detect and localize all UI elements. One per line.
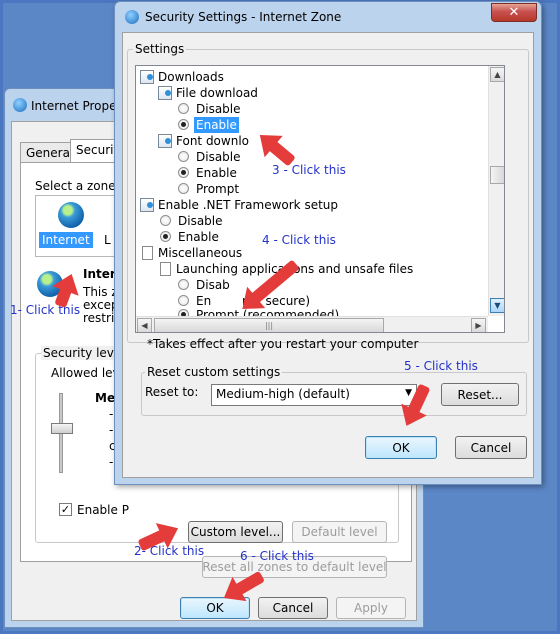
downloads-icon [140, 70, 154, 84]
launch-disable-radio[interactable] [178, 279, 189, 290]
restart-note: *Takes effect after you restart your com… [147, 337, 419, 351]
font-download-prompt-label[interactable]: Prompt [196, 181, 239, 197]
reset-settings-label: Reset custom settings [145, 365, 283, 379]
dotnet-disable-radio[interactable] [160, 215, 171, 226]
enable-protected-mode-checkbox[interactable]: ✓ [59, 503, 72, 516]
annotation-step-6: 6 - Click this [240, 549, 314, 563]
file-download-icon [158, 86, 172, 100]
launching-apps-icon [160, 262, 171, 276]
launch-disable-label[interactable]: Disab [196, 277, 230, 293]
dotnet-enable-radio[interactable] [160, 231, 171, 242]
security-level-name: Me [95, 391, 116, 405]
tree-dotnet-setup: Enable .NET Framework setup [158, 198, 339, 212]
annotation-step-3: 3 - Click this [272, 163, 346, 177]
tree-downloads: Downloads [158, 70, 224, 84]
apply-button[interactable]: Apply [336, 597, 406, 619]
reset-to-dropdown[interactable]: Medium-high (default) ▼ [211, 384, 417, 406]
level-bullet-2: - [109, 423, 114, 437]
scroll-up-icon[interactable]: ▲ [490, 67, 504, 82]
window-title: Security Settings - Internet Zone [145, 10, 342, 24]
internet-zone-globe-icon[interactable] [58, 202, 84, 228]
font-download-enable-radio[interactable] [178, 167, 189, 178]
dotnet-disable-label[interactable]: Disable [178, 213, 223, 229]
tree-font-download: Font downlo [176, 134, 249, 148]
zone-list: Internet L [35, 195, 115, 257]
tree-file-download: File download [176, 86, 258, 100]
settings-tree[interactable]: Downloads File download Disable Enable F… [135, 65, 505, 333]
horizontal-scrollbar[interactable]: ◀ ||| ▶ [136, 316, 488, 332]
window-client-area: Settings Downloads File download Disable… [122, 32, 534, 478]
scroll-left-icon[interactable]: ◀ [137, 318, 152, 332]
internet-options-icon [13, 98, 27, 112]
scroll-right-icon[interactable]: ▶ [471, 318, 486, 332]
annotation-step-4: 4 - Click this [262, 233, 336, 247]
close-icon: ✕ [508, 5, 520, 20]
dotnet-setup-icon [140, 198, 154, 212]
close-button[interactable]: ✕ [491, 3, 537, 22]
launch-enable-radio[interactable] [178, 295, 189, 306]
scrollbar-thumb[interactable] [490, 166, 504, 184]
level-bullet-4: - [109, 455, 114, 469]
internet-zone-label[interactable]: Internet [39, 232, 93, 248]
font-download-disable-label[interactable]: Disable [196, 149, 241, 165]
file-download-disable-label[interactable]: Disable [196, 101, 241, 117]
dotnet-enable-label[interactable]: Enable [178, 229, 219, 245]
security-settings-cancel-button[interactable]: Cancel [455, 436, 527, 459]
custom-level-button[interactable]: Custom level... [188, 521, 283, 543]
annotation-step-5: 5 - Click this [404, 359, 478, 373]
security-settings-icon [125, 10, 139, 24]
font-download-enable-label[interactable]: Enable [196, 165, 237, 181]
horizontal-scrollbar-thumb[interactable]: ||| [154, 318, 384, 332]
level-bullet-1: - [109, 407, 114, 421]
tree-miscellaneous: Miscellaneous [158, 246, 243, 260]
settings-group-label: Settings [133, 42, 187, 56]
chevron-down-icon: ▼ [405, 388, 412, 398]
font-download-disable-radio[interactable] [178, 151, 189, 162]
window-title: Internet Propert [31, 99, 127, 113]
reset-to-value: Medium-high (default) [216, 387, 350, 401]
miscellaneous-icon [142, 246, 153, 260]
file-download-enable-label[interactable]: Enable [194, 117, 239, 133]
font-download-prompt-radio[interactable] [178, 183, 189, 194]
internet-properties-cancel-button[interactable]: Cancel [258, 597, 328, 619]
annotation-step-1: 1- Click this [10, 303, 81, 317]
local-intranet-zone-label[interactable]: L [104, 233, 111, 247]
file-download-disable-radio[interactable] [178, 103, 189, 114]
security-settings-ok-button[interactable]: OK [365, 436, 437, 459]
vertical-scrollbar[interactable]: ▲ ▼ [488, 66, 504, 316]
reset-button[interactable]: Reset... [441, 383, 519, 406]
reset-to-label: Reset to: [145, 385, 199, 399]
font-download-icon [158, 134, 172, 148]
security-slider-thumb[interactable] [51, 423, 73, 434]
file-download-enable-radio[interactable] [178, 119, 189, 130]
scroll-down-icon[interactable]: ▼ [490, 298, 504, 313]
enable-protected-mode-label: Enable P [77, 503, 129, 517]
default-level-button[interactable]: Default level [292, 521, 387, 543]
